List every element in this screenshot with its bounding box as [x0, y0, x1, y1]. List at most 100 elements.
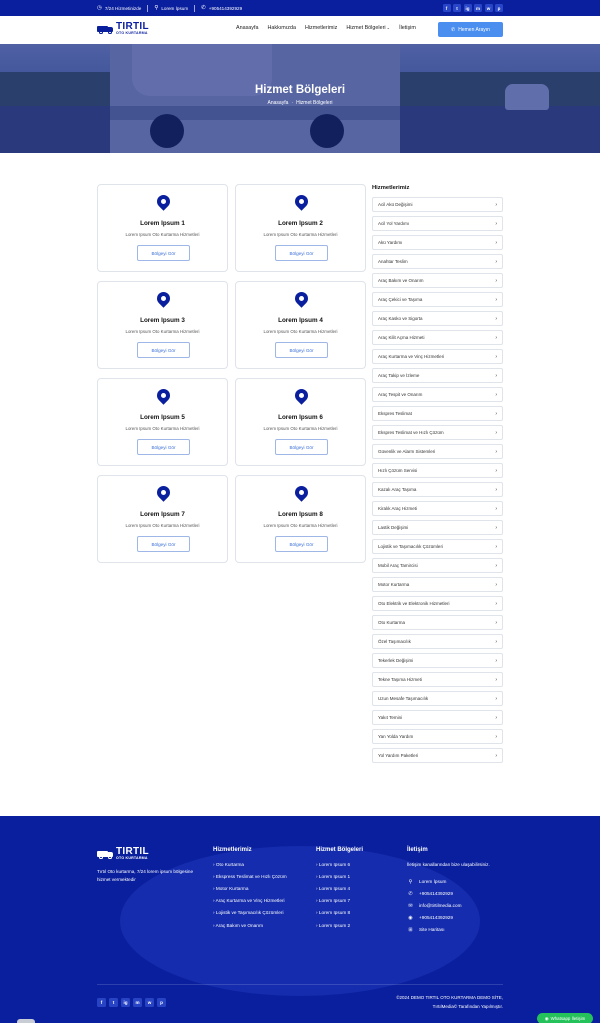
sidebar-service-item[interactable]: Uzun Mesafe Taşımacılık › [372, 691, 503, 706]
footer-about: Tırtıl Oto kurtarma, 7/24 lorem ipsum bö… [97, 869, 193, 883]
footer-sitemap-link[interactable]: ⊞ Site Haritası [407, 926, 462, 933]
chevron-right-icon: › [495, 296, 497, 303]
nav-item-regions[interactable]: Hizmet Bölgeleri⌄ [346, 25, 390, 31]
call-now-button[interactable]: ✆ Hemen Arayın [438, 22, 503, 37]
sidebar-service-item[interactable]: Yol Yardım Paketleri › [372, 748, 503, 763]
phone-icon: ✆ [408, 890, 413, 897]
chevron-right-icon: › [495, 220, 497, 227]
footer-whatsapp-link[interactable]: ◉ +905414392929 [407, 914, 462, 921]
whatsapp-icon[interactable]: w [484, 4, 493, 12]
view-region-button[interactable]: Bölgeyi Gör [137, 342, 190, 358]
sidebar-service-item[interactable]: Lojistik ve Taşımacılık Çözümleri › [372, 539, 503, 554]
nav-item-about[interactable]: Hakkımızda [267, 25, 295, 31]
sidebar-service-item[interactable]: Araç Kasko ve Sigorta › [372, 311, 503, 326]
footer-region-link[interactable]: › Lorem Ipsum 2 [316, 923, 386, 929]
view-region-button[interactable]: Bölgeyi Gör [275, 245, 328, 261]
breadcrumb-home[interactable]: Anasayfa [268, 100, 289, 106]
location-pin-icon [154, 289, 173, 308]
sidebar-service-item[interactable]: Acil Akü Değişimi › [372, 197, 503, 212]
nav-item-contact[interactable]: İletişim [399, 25, 416, 31]
view-region-button[interactable]: Bölgeyi Gör [275, 439, 328, 455]
sidebar-service-item[interactable]: Araç Kilit Açma Hizmeti › [372, 330, 503, 345]
sidebar-service-item[interactable]: Lastik Değişimi › [372, 520, 503, 535]
nav-item-home[interactable]: Anasayfa [236, 25, 258, 31]
sidebar-service-item[interactable]: Araç Tespit ve Onarım › [372, 387, 503, 402]
twitter-icon[interactable]: t [109, 998, 118, 1007]
sidebar-service-item[interactable]: Ekspres Teslimat › [372, 406, 503, 421]
footer-region-link[interactable]: › Lorem Ipsum 4 [316, 886, 386, 892]
sidebar-service-item[interactable]: Acil Yol Yardımı › [372, 216, 503, 231]
site-logo[interactable]: TIRTIL OTO KURTARMA [97, 22, 149, 36]
facebook-icon[interactable]: f [97, 998, 106, 1007]
sidebar-service-item[interactable]: Özel Taşımacılık › [372, 634, 503, 649]
footer-logo[interactable]: TIRTIL OTO KURTARMA [97, 847, 149, 861]
sidebar-service-item[interactable]: Akü Yardımı › [372, 235, 503, 250]
sidebar-service-item[interactable]: Kiralık Araç Hizmeti › [372, 501, 503, 516]
chevron-right-icon: › [495, 239, 497, 246]
sidebar-service-label: Araç Kilit Açma Hizmeti [378, 335, 425, 340]
footer-service-link[interactable]: › Motor Kurtarma [213, 886, 298, 892]
sidebar-service-label: Araç Kurtarma ve Vinç Hizmetleri [378, 354, 445, 359]
region-description: Lorem Ipsum Oto Kurtarma Hizmetleri [263, 232, 338, 237]
sidebar-service-list: Acil Akü Değişimi › Acil Yol Yardımı › Akü Y… [372, 197, 503, 767]
divider [194, 4, 196, 12]
footer-email-link[interactable]: ✉ info@tirtilmedia.com [407, 902, 461, 909]
sidebar-service-item[interactable]: Motor Kurtarma › [372, 577, 503, 592]
sidebar-service-item[interactable]: Yakıt Temini › [372, 710, 503, 725]
twitter-icon[interactable]: t [453, 4, 461, 12]
sidebar-service-item[interactable]: Tekne Taşıma Hizmeti › [372, 672, 503, 687]
top-bar: ◷ 7/24 Hizmetinizde ⚲ Lorem İpsum ✆ +905… [0, 0, 600, 16]
instagram-icon[interactable]: ig [463, 4, 472, 12]
view-region-button[interactable]: Bölgeyi Gör [275, 536, 328, 552]
region-card: Lorem Ipsum 6 Lorem Ipsum Oto Kurtarma Hi… [235, 378, 366, 466]
scroll-handle[interactable] [17, 1019, 35, 1023]
sidebar-service-item[interactable]: Yan Yolda Yardım › [372, 729, 503, 744]
phone-icon[interactable]: p [495, 4, 503, 12]
footer-service-link[interactable]: › Oto Kurtarma [213, 862, 298, 868]
sidebar-service-item[interactable]: Oto Kurtarma › [372, 615, 503, 630]
sidebar-service-item[interactable]: Hızlı Çözüm Servisi › [372, 463, 503, 478]
region-description: Lorem Ipsum Oto Kurtarma Hizmetleri [263, 426, 338, 431]
sidebar-service-item[interactable]: Araç Takip ve İzleme › [372, 368, 503, 383]
footer-region-link[interactable]: › Lorem Ipsum 1 [316, 874, 386, 880]
footer-service-link[interactable]: › Araç Bakım ve Onarım [213, 923, 298, 929]
sidebar-service-item[interactable]: Anahtar Teslim › [372, 254, 503, 269]
footer-service-link[interactable]: › Ekspress Teslimat ve Hızlı Çözüm [213, 874, 298, 880]
sidebar-service-item[interactable]: Araç Bakım ve Onarım › [372, 273, 503, 288]
region-title: Lorem Ipsum 4 [278, 317, 323, 324]
footer-service-link[interactable]: › Araç Kurtarma ve Vinç Hizmetleri [213, 898, 298, 904]
view-region-button[interactable]: Bölgeyi Gör [275, 342, 328, 358]
page-hero: Hizmet Bölgeleri Anasayfa · Hizmet Bölgele… [0, 44, 600, 153]
sidebar-service-item[interactable]: Oto Elektrik ve Elektronik Hizmetleri › [372, 596, 503, 611]
mail-icon[interactable]: m [474, 4, 482, 12]
facebook-icon[interactable]: f [442, 4, 451, 12]
sidebar-service-item[interactable]: Araç Çekici ve Taşıma › [372, 292, 503, 307]
nav-item-services[interactable]: Hizmetlerimiz [305, 25, 337, 31]
map-pin-icon: ⚲ [154, 5, 159, 11]
sidebar-service-item[interactable]: Ekspres Teslimat ve Hızlı Çözüm › [372, 425, 503, 440]
sidebar-service-item[interactable]: Güvenlik ve Alarm Sistemleri › [372, 444, 503, 459]
instagram-icon[interactable]: ig [121, 998, 130, 1007]
view-region-button[interactable]: Bölgeyi Gör [137, 245, 190, 261]
footer-region-link[interactable]: › Lorem Ipsum 7 [316, 898, 386, 904]
footer-phone-link[interactable]: ✆ +905414392929 [407, 890, 462, 897]
phone-icon[interactable]: p [157, 998, 166, 1007]
footer-regions-title: Hizmet Bölgeleri [316, 847, 364, 853]
top-phone-link[interactable]: ✆ +905414392929 [201, 5, 242, 11]
view-region-button[interactable]: Bölgeyi Gör [137, 439, 190, 455]
whatsapp-icon[interactable]: w [145, 998, 154, 1007]
sidebar-service-item[interactable]: Kazalı Araç Taşıma › [372, 482, 503, 497]
sidebar-service-label: Özel Taşımacılık [378, 639, 411, 644]
sidebar-service-item[interactable]: Araç Kurtarma ve Vinç Hizmetleri › [372, 349, 503, 364]
footer-service-link[interactable]: › Lojistik ve Taşımacılık Çözümleri [213, 910, 298, 916]
whatsapp-contact-button[interactable]: ◉ Whatsapp İletişim [537, 1013, 593, 1023]
sidebar-service-label: Yol Yardım Paketleri [378, 753, 419, 758]
sidebar-service-item[interactable]: Mobil Araç Tamircisi › [372, 558, 503, 573]
view-region-button[interactable]: Bölgeyi Gör [137, 536, 190, 552]
footer-region-link[interactable]: › Lorem Ipsum 6 [316, 862, 386, 868]
region-description: Lorem Ipsum Oto Kurtarma Hizmetleri [125, 426, 200, 431]
chevron-right-icon: › [495, 619, 497, 626]
footer-region-link[interactable]: › Lorem Ipsum 8 [316, 910, 386, 916]
sidebar-service-item[interactable]: Tekerlek Değişimi › [372, 653, 503, 668]
mail-icon[interactable]: m [133, 998, 142, 1007]
